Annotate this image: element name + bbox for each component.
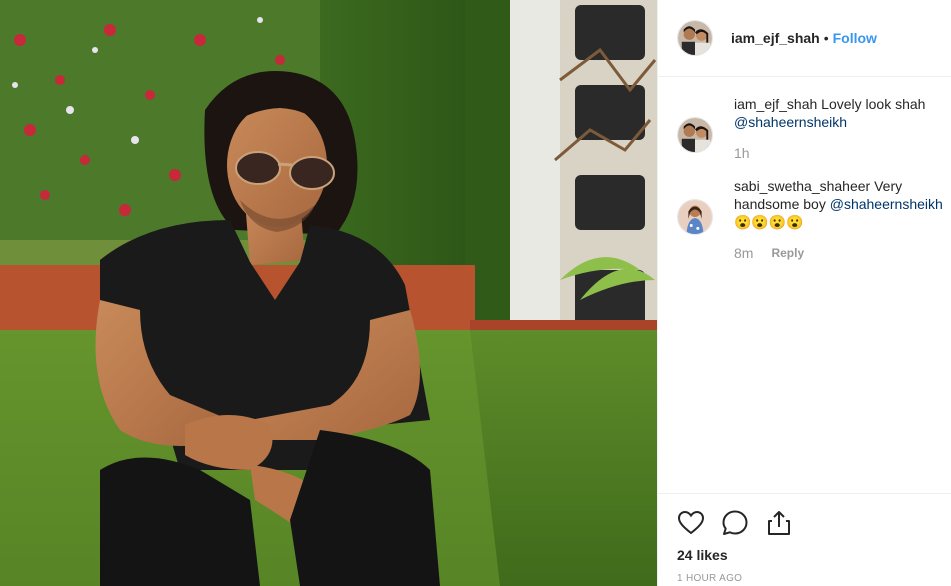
author-avatar[interactable] — [677, 20, 713, 56]
comment-item: iam_ejf_shah Lovely look shah @shaheerns… — [658, 95, 951, 161]
comment-icon[interactable] — [720, 508, 750, 538]
comment-mention[interactable]: @shaheernsheikh — [830, 196, 943, 212]
comment-age[interactable]: 1h — [734, 145, 750, 161]
comment-body: Lovely look shah — [821, 96, 926, 112]
heart-icon[interactable] — [676, 508, 706, 538]
follow-button[interactable]: Follow — [833, 30, 877, 46]
comment-item: sabi_swetha_shaheer Very handsome boy @s… — [658, 177, 951, 261]
comment-emoji: 😮😮😮😮 — [734, 214, 804, 230]
post-timestamp[interactable]: 1 HOUR AGO — [677, 573, 742, 584]
comment-meta: 1h — [734, 145, 948, 161]
comment-age[interactable]: 8m — [734, 245, 753, 261]
post-photo[interactable] — [0, 0, 657, 586]
comment-username[interactable]: sabi_swetha_shaheer — [734, 178, 870, 194]
like-count[interactable]: 24 likes — [677, 547, 728, 563]
post-header: iam_ejf_shah • Follow — [658, 0, 951, 77]
reply-button[interactable]: Reply — [771, 246, 804, 260]
commenter-avatar[interactable] — [677, 117, 713, 153]
share-icon[interactable] — [764, 508, 794, 538]
author-username[interactable]: iam_ejf_shah — [731, 30, 820, 46]
comment-meta: 8m Reply — [734, 245, 948, 261]
comment-mention[interactable]: @shaheernsheikh — [734, 114, 847, 130]
comment-text: iam_ejf_shah Lovely look shah @shaheerns… — [734, 95, 948, 131]
post-side-panel: iam_ejf_shah • Follow iam_ejf_shah Lovel… — [657, 0, 951, 586]
post-photo-image — [0, 0, 657, 586]
header-separator: • — [823, 30, 829, 46]
comment-text: sabi_swetha_shaheer Very handsome boy @s… — [734, 177, 948, 231]
commenter-avatar[interactable] — [677, 199, 713, 235]
comment-username[interactable]: iam_ejf_shah — [734, 96, 817, 112]
action-bar — [676, 508, 794, 538]
comment-list: iam_ejf_shah Lovely look shah @shaheerns… — [658, 95, 951, 261]
post-footer: 24 likes 1 HOUR AGO — [658, 493, 951, 586]
